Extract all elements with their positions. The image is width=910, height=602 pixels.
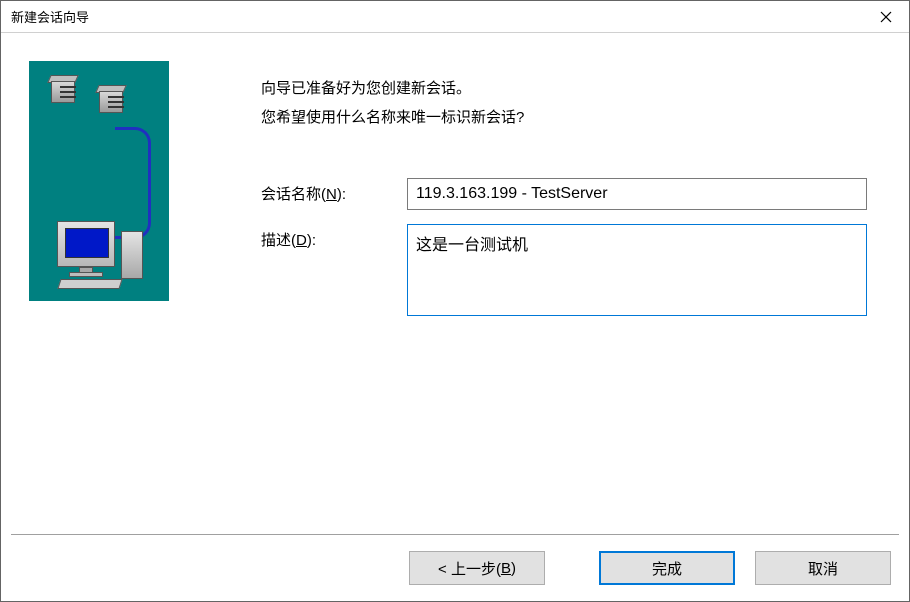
intro-text-2: 您希望使用什么名称来唯一标识新会话? <box>261 104 869 133</box>
window-title: 新建会话向导 <box>1 7 89 26</box>
cable-icon <box>115 127 151 217</box>
wizard-graphic <box>29 61 169 301</box>
back-button[interactable]: < 上一步(B) <box>409 551 545 585</box>
intro-text-1: 向导已准备好为您创建新会话。 <box>261 75 869 104</box>
finish-button[interactable]: 完成 <box>599 551 735 585</box>
close-button[interactable] <box>863 1 909 32</box>
session-name-label: 会话名称(N): <box>261 178 407 204</box>
cancel-button[interactable]: 取消 <box>755 551 891 585</box>
description-label: 描述(D): <box>261 224 407 250</box>
form-area: 向导已准备好为您创建新会话。 您希望使用什么名称来唯一标识新会话? 会话名称(N… <box>169 61 869 514</box>
server-icon <box>47 75 81 108</box>
close-icon <box>880 11 892 23</box>
description-input[interactable]: 这是一台测试机 <box>407 224 867 316</box>
titlebar: 新建会话向导 <box>1 1 909 33</box>
computer-icon <box>57 221 115 267</box>
description-row: 描述(D): 这是一台测试机 <box>261 224 869 316</box>
session-name-row: 会话名称(N): <box>261 178 869 210</box>
content-area: 向导已准备好为您创建新会话。 您希望使用什么名称来唯一标识新会话? 会话名称(N… <box>1 33 909 534</box>
session-name-input[interactable] <box>407 178 867 210</box>
wizard-window: 新建会话向导 <box>0 0 910 602</box>
button-row: < 上一步(B) 完成 取消 <box>1 535 909 601</box>
